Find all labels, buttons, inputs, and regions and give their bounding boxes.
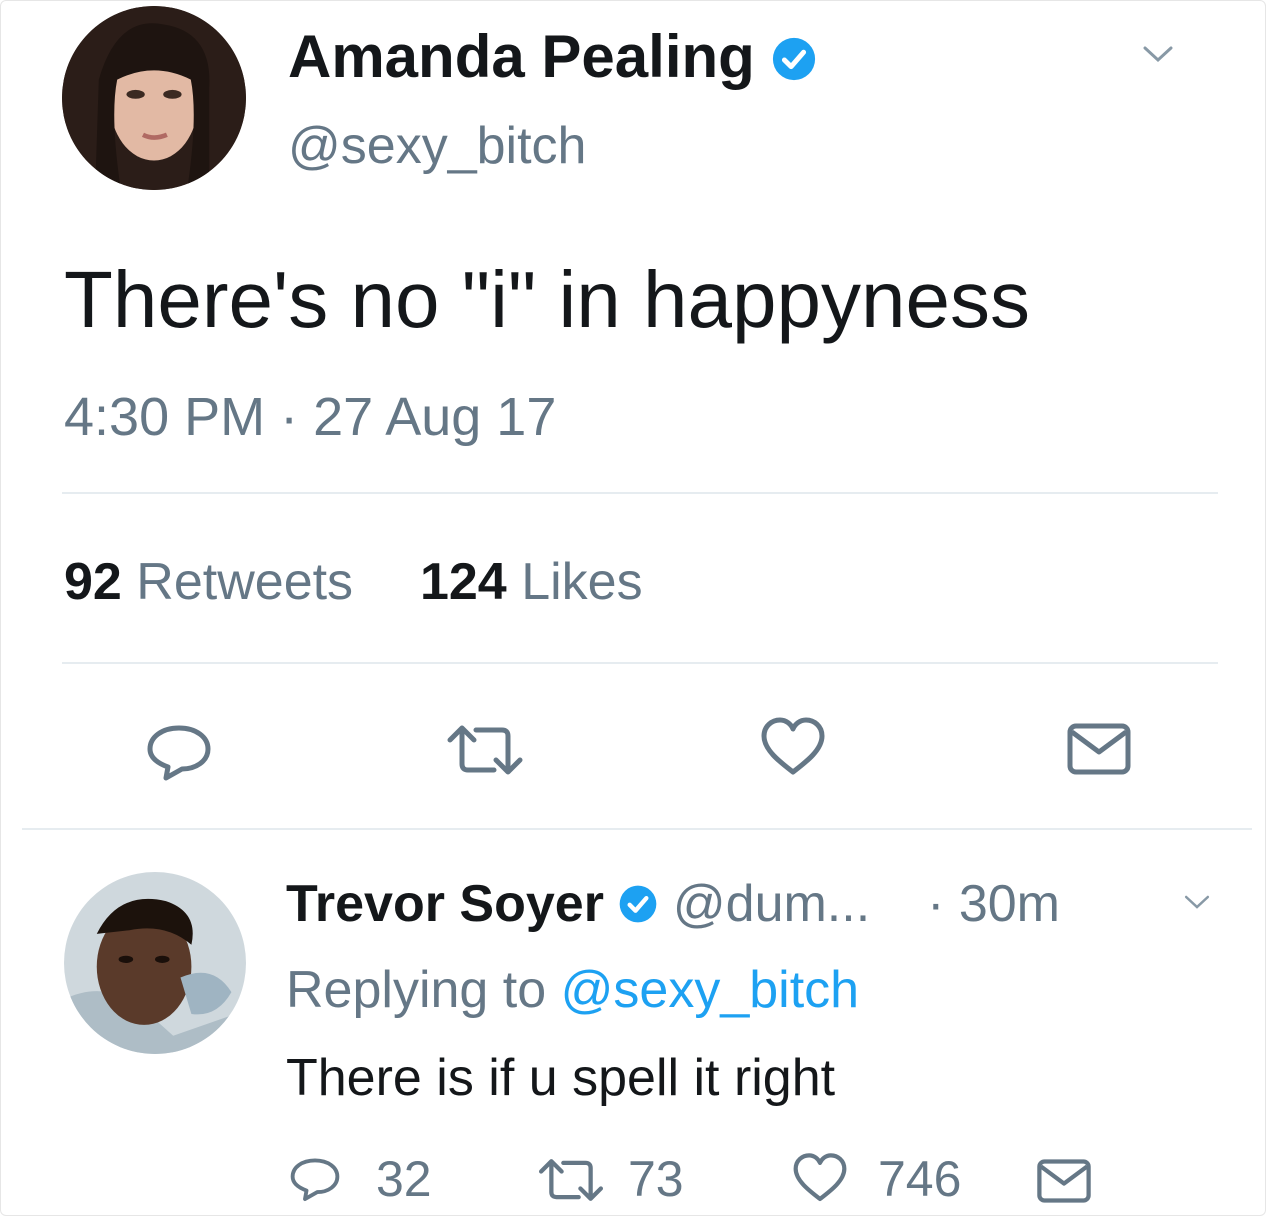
author-avatar[interactable] <box>62 6 246 190</box>
reply-author-name[interactable]: Trevor Soyer <box>286 875 604 933</box>
divider <box>22 828 1252 830</box>
chevron-down-icon[interactable] <box>1140 42 1176 71</box>
like-icon[interactable] <box>792 1152 848 1204</box>
retweet-icon[interactable] <box>444 722 526 778</box>
likes-label[interactable]: Likes <box>521 553 642 611</box>
replying-to-handle[interactable]: @sexy_bitch <box>561 961 859 1019</box>
divider <box>62 492 1218 494</box>
tweet-stats: 92 Retweets 124 Likes <box>64 552 643 612</box>
likes-count[interactable]: 124 <box>420 553 507 611</box>
author-handle[interactable]: @sexy_bitch <box>288 116 586 176</box>
reply-author-avatar[interactable] <box>64 872 246 1054</box>
retweets-count[interactable]: 92 <box>64 553 122 611</box>
verified-badge-icon <box>771 27 817 96</box>
tweet-time: 4:30 PM <box>64 387 266 447</box>
replying-to: Replying to @sexy_bitch <box>286 960 859 1020</box>
reply-retweet-count: 73 <box>628 1151 684 1207</box>
timestamp-separator: · <box>280 387 299 447</box>
divider <box>62 662 1218 664</box>
replying-to-prefix: Replying to <box>286 961 547 1019</box>
reply-time[interactable]: · 30m <box>927 875 1060 933</box>
tweet-text: There's no "i" in happyness <box>64 255 1030 344</box>
tweet-date: 27 Aug 17 <box>313 387 557 447</box>
chevron-down-icon[interactable] <box>1182 892 1212 917</box>
reply-reply-count: 32 <box>376 1151 432 1207</box>
author-name[interactable]: Amanda Pealing <box>288 22 817 96</box>
verified-badge-icon <box>618 877 658 937</box>
reply-text: There is if u spell it right <box>286 1049 836 1107</box>
message-icon[interactable] <box>1066 722 1132 776</box>
retweet-icon[interactable] <box>536 1156 606 1204</box>
reply-author-handle[interactable]: @dum... <box>673 875 870 933</box>
message-icon[interactable] <box>1036 1158 1092 1204</box>
author-name-text: Amanda Pealing <box>288 23 755 90</box>
tweet-timestamp: 4:30 PM · 27 Aug 17 <box>64 386 556 448</box>
like-icon[interactable] <box>760 716 826 778</box>
reply-icon[interactable] <box>144 722 214 782</box>
retweets-label[interactable]: Retweets <box>136 553 353 611</box>
reply-like-count: 746 <box>878 1151 962 1207</box>
reply-icon[interactable] <box>288 1154 342 1204</box>
reply-header: Trevor Soyer @dum... · 30m <box>286 874 1060 937</box>
